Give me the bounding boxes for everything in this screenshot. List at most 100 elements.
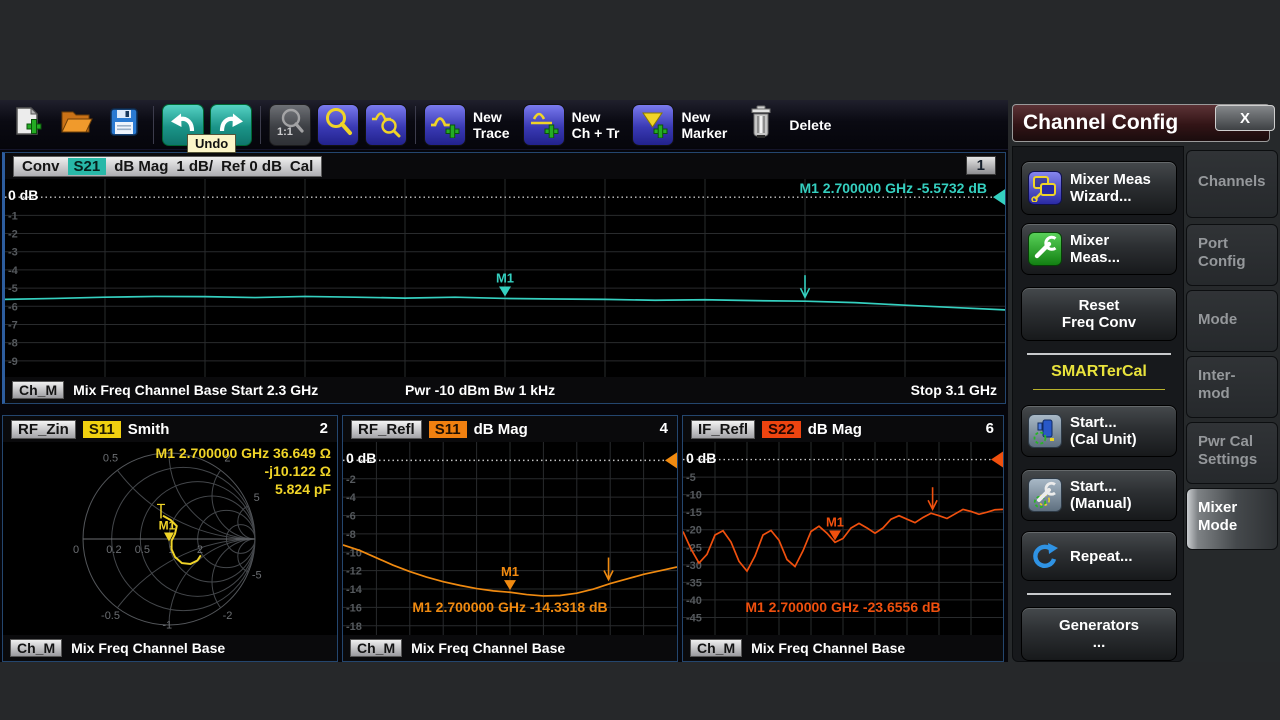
win1-plot-area[interactable]: -1-2-3-4-5-6-7-8-9M1 0 dB M1 2.700000 GH… [5, 179, 1005, 379]
open-folder-icon [58, 105, 94, 144]
channel-badge[interactable]: Ch_M [10, 639, 62, 657]
channel-badge[interactable]: Ch_M [350, 639, 402, 657]
start-manual-button[interactable]: Start...(Manual) [1021, 469, 1177, 521]
new-trace-icon [429, 106, 461, 143]
win4-plot-area[interactable]: -2-4-6-8-10-12-14-16-18M1 0 dB M1 2.7000… [343, 442, 677, 635]
window-if-refl: IF_Refl S22 dB Mag 6 -5-10-15-20-25-30-3… [682, 415, 1004, 662]
win1-header: Conv S21 dB Mag 1 dB/ Ref 0 dB Cal 1 [5, 153, 1005, 179]
window-number[interactable]: 2 [320, 420, 328, 437]
zoom-trace-icon [370, 106, 402, 143]
trace-cal: Cal [290, 158, 313, 175]
button-label: MixerMeas... [1070, 232, 1120, 266]
sweep-stop: Stop 3.1 GHz [911, 382, 997, 398]
tab-intermod[interactable]: Inter-mod [1186, 356, 1278, 418]
svg-text:-4: -4 [346, 492, 357, 504]
svg-text:-2: -2 [8, 229, 18, 241]
svg-text:-18: -18 [346, 621, 362, 633]
conv-s21-chart[interactable]: -1-2-3-4-5-6-7-8-9M1 [5, 179, 1005, 379]
svg-text:-3: -3 [8, 247, 18, 259]
mixer-meas-wizard-button[interactable]: Mixer MeasWizard... [1021, 161, 1177, 215]
mixer-wizard-icon [1028, 171, 1062, 205]
main-toolbar: 1:1 [0, 100, 1008, 150]
tab-mixer-mode[interactable]: MixerMode [1186, 488, 1278, 550]
screen: 1:1 [0, 0, 1280, 720]
open-button[interactable] [55, 104, 97, 146]
new-channel-trace-label[interactable]: NewCh + Tr [572, 109, 620, 141]
toolbar-separator [153, 106, 154, 144]
svg-text:-6: -6 [346, 511, 356, 523]
win6-plot-area[interactable]: -5-10-15-20-25-30-35-40-45M1 0 dB M1 2.7… [683, 442, 1003, 635]
save-button[interactable] [103, 104, 145, 146]
svg-text:-10: -10 [686, 490, 702, 502]
svg-text:-35: -35 [686, 577, 702, 589]
new-trace-label[interactable]: NewTrace [473, 109, 510, 141]
channel-config-panel: Channel Config X Mixer MeasWizard... [1010, 100, 1280, 662]
sparam-badge[interactable]: S22 [762, 421, 801, 438]
reset-freq-conv-button[interactable]: ResetFreq Conv [1021, 287, 1177, 341]
sparam-badge[interactable]: S21 [68, 158, 107, 175]
tab-channels[interactable]: Channels [1186, 150, 1278, 218]
win1-trace-selector[interactable]: Conv S21 dB Mag 1 dB/ Ref 0 dB Cal [13, 156, 322, 177]
svg-text:-5: -5 [252, 570, 262, 582]
new-recall-button[interactable] [7, 104, 49, 146]
tab-port-config[interactable]: PortConfig [1186, 224, 1278, 286]
toolbar-separator [260, 106, 261, 144]
svg-text:-14: -14 [346, 584, 363, 596]
sparam-badge[interactable]: S11 [429, 421, 467, 438]
win6-header: IF_Refl S22 dB Mag 6 [683, 416, 1003, 442]
window-rf-refl: RF_Refl S11 dB Mag 4 -2-4-6-8-10-12-14-1… [342, 415, 678, 662]
window-number[interactable]: 1 [966, 156, 996, 175]
tab-mode[interactable]: Mode [1186, 290, 1278, 352]
channel-base: Mix Freq Channel Base [71, 640, 225, 656]
svg-text:-6: -6 [8, 301, 18, 313]
manual-cal-icon [1028, 478, 1062, 512]
window-number[interactable]: 6 [986, 420, 994, 437]
trace-name-badge[interactable]: RF_Zin [11, 420, 76, 439]
svg-text:-2: -2 [223, 610, 233, 622]
window-conv-s21: Conv S21 dB Mag 1 dB/ Ref 0 dB Cal 1 -1-… [2, 152, 1006, 404]
svg-text:-8: -8 [8, 338, 18, 350]
delete-label[interactable]: Delete [789, 117, 831, 133]
new-marker-button[interactable] [632, 104, 674, 146]
sparam-badge[interactable]: S11 [83, 421, 121, 438]
tab-pwr-cal-settings[interactable]: Pwr CalSettings [1186, 422, 1278, 484]
trash-icon [745, 104, 777, 145]
new-trace-button[interactable] [424, 104, 466, 146]
new-marker-label[interactable]: NewMarker [681, 109, 727, 141]
repeat-icon [1028, 539, 1062, 573]
zoom-trace-button[interactable] [365, 104, 407, 146]
channel-badge[interactable]: Ch_M [12, 381, 64, 399]
panel-title: Channel Config [1023, 111, 1178, 135]
panel-separator [1027, 353, 1171, 355]
channel-badge[interactable]: Ch_M [690, 639, 742, 657]
trace-name-badge[interactable]: IF_Refl [691, 420, 755, 439]
mixer-meas-icon [1028, 232, 1062, 266]
button-label: Repeat... [1070, 548, 1133, 565]
cal-unit-icon [1028, 414, 1062, 448]
repeat-button[interactable]: Repeat... [1021, 531, 1177, 581]
button-label: Mixer MeasWizard... [1070, 171, 1151, 205]
mixer-meas-button[interactable]: MixerMeas... [1021, 223, 1177, 275]
svg-text:M1: M1 [496, 271, 514, 286]
win4-header: RF_Refl S11 dB Mag 4 [343, 416, 677, 442]
svg-text:-12: -12 [346, 566, 362, 578]
delete-button[interactable] [740, 104, 782, 146]
smartercal-underline [1033, 389, 1165, 390]
win2-plot-area[interactable]: 0.52500.20.512-0.5-1-2-5M1 M1 2.700000 G… [3, 442, 337, 635]
button-label: Generators... [1059, 617, 1139, 651]
button-label: Start...(Manual) [1070, 478, 1132, 512]
window-number[interactable]: 4 [660, 420, 668, 437]
svg-text:-7: -7 [8, 319, 18, 331]
zoom-reset-button[interactable]: 1:1 [269, 104, 311, 146]
trace-name-badge[interactable]: RF_Refl [351, 420, 422, 439]
new-channel-trace-button[interactable] [523, 104, 565, 146]
close-button[interactable]: X [1215, 105, 1275, 131]
smartercal-label: SMARTerCal [1013, 363, 1185, 381]
ref-level-label: 0 dB [346, 450, 376, 466]
ref-level-label: 0 dB [8, 187, 38, 203]
window-rf-zin-smith: RF_Zin S11 Smith 2 0.52500.20.512-0.5-1-… [2, 415, 338, 662]
generators-button[interactable]: Generators... [1021, 607, 1177, 661]
panel-button-column: Mixer MeasWizard... MixerMeas... ResetFr… [1012, 146, 1184, 662]
start-cal-unit-button[interactable]: Start...(Cal Unit) [1021, 405, 1177, 457]
zoom-in-button[interactable] [317, 104, 359, 146]
